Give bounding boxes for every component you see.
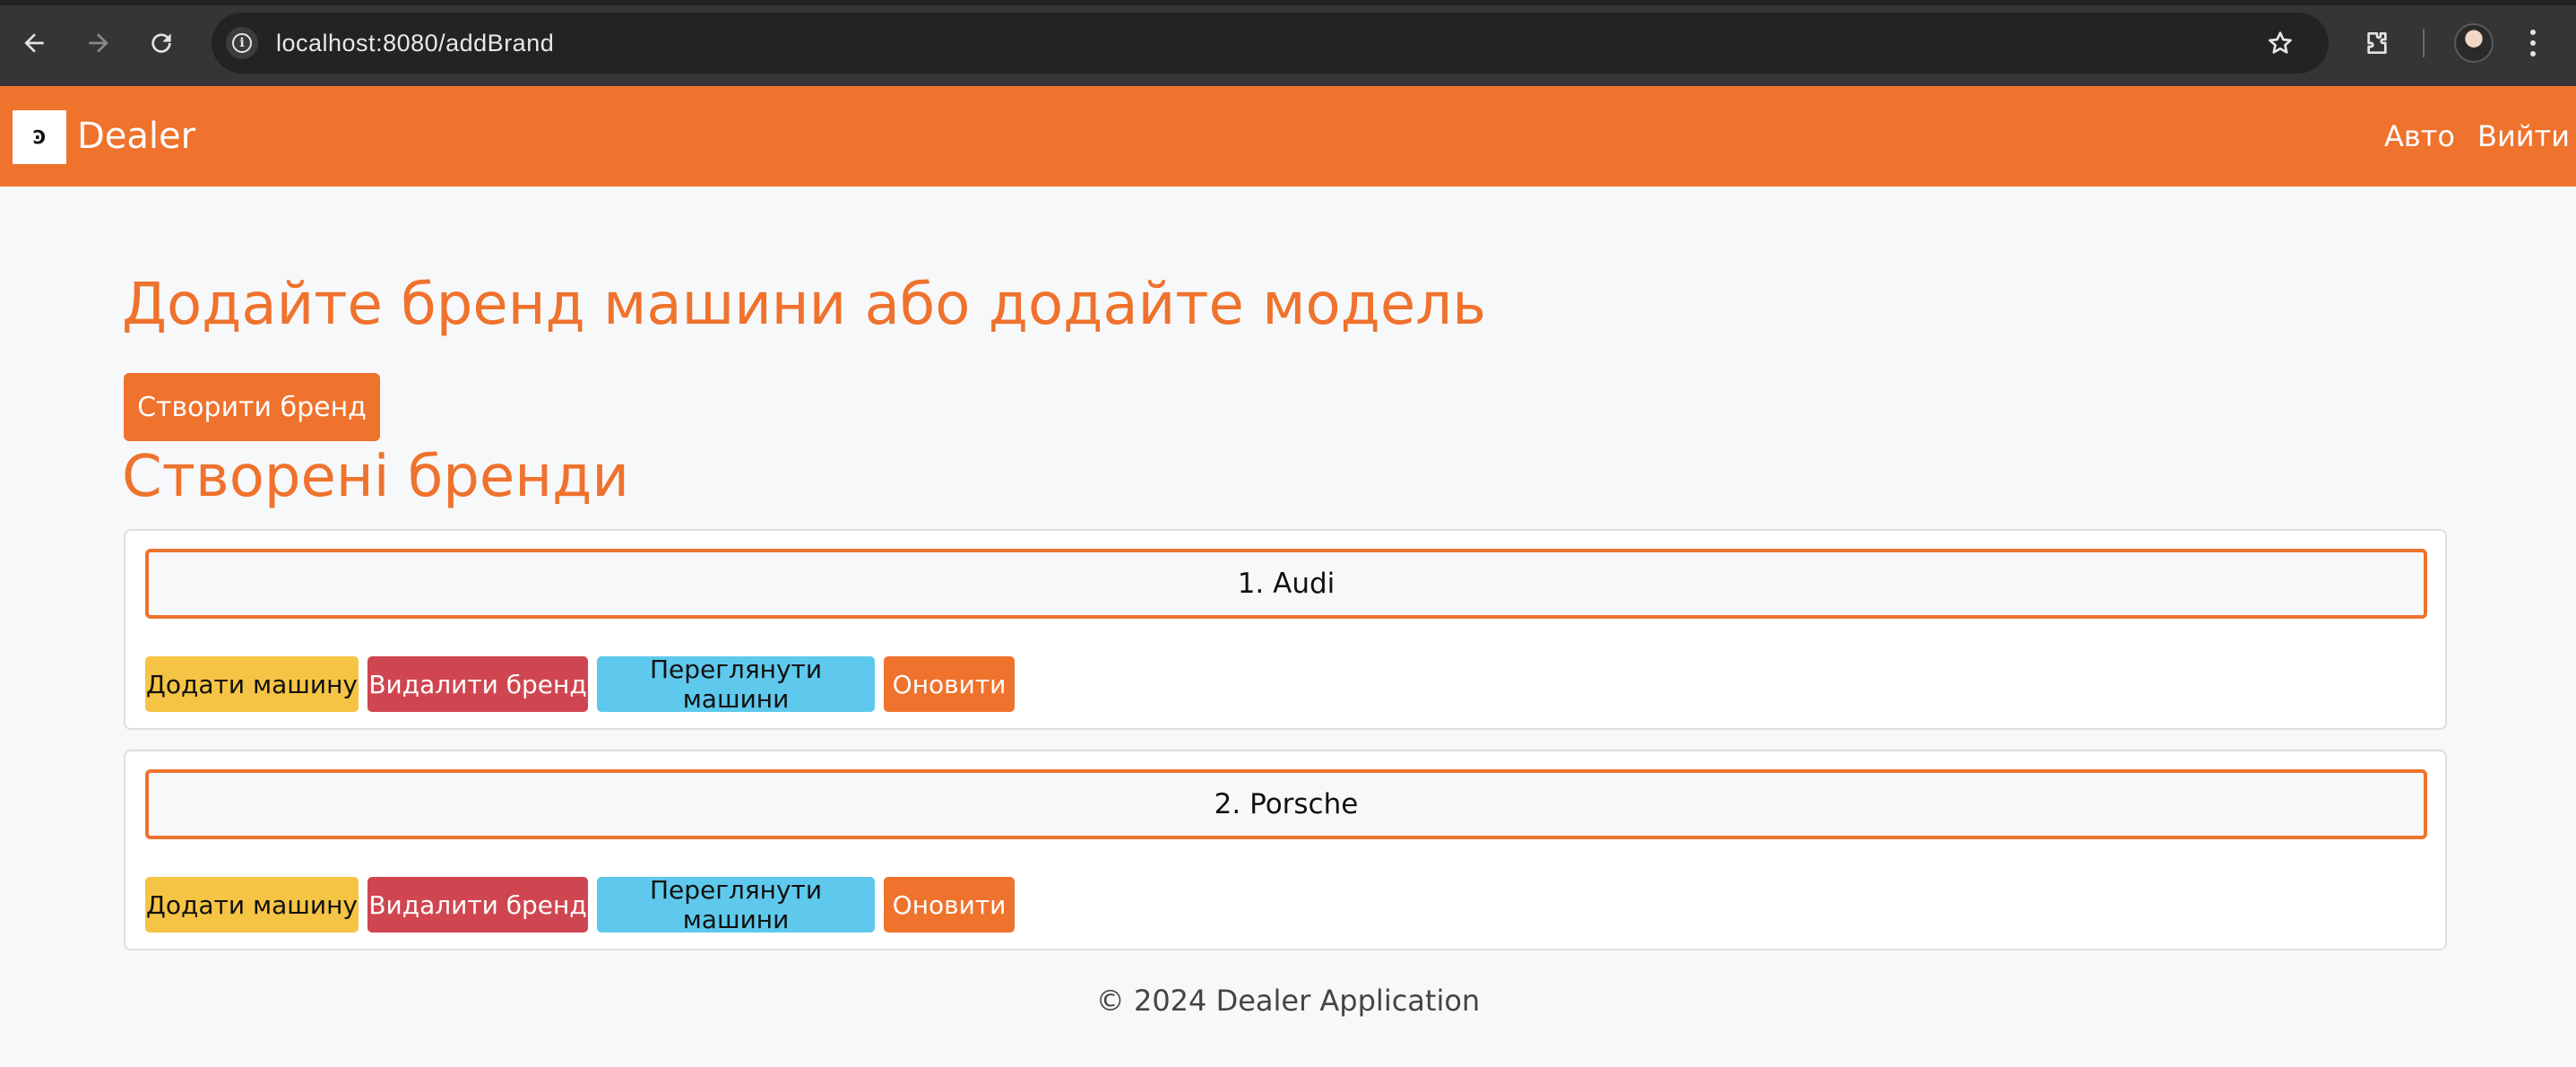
footer-copyright: © 2024 Dealer Application [1095, 984, 1481, 1018]
puzzle-icon[interactable] [2354, 20, 2400, 66]
add-car-button[interactable]: Додати машину [145, 656, 359, 712]
address-bar[interactable]: i localhost:8080/addBrand [212, 13, 2329, 74]
brand-name-field: 2. Porsche [145, 769, 2427, 839]
delete-brand-button[interactable]: Видалити бренд [367, 877, 588, 933]
nav-link-logout[interactable]: Вийти [2477, 86, 2570, 187]
brand-card: 1. Audi Додати машину Видалити бренд Пер… [124, 529, 2447, 730]
create-brand-button[interactable]: Створити бренд [124, 373, 380, 441]
brand-actions: Додати машину Видалити бренд Переглянути… [145, 655, 1015, 714]
arrow-left-icon[interactable] [11, 20, 57, 66]
info-icon[interactable]: i [226, 27, 258, 59]
navbar-brand[interactable]: Dealer [77, 86, 195, 187]
section-title: Створені бренди [122, 444, 629, 510]
view-cars-button[interactable]: Переглянути машини [597, 875, 875, 934]
toolbar-divider [2423, 29, 2425, 57]
brand-card: 2. Porsche Додати машину Видалити бренд … [124, 750, 2447, 950]
brand-name-field: 1. Audi [145, 549, 2427, 619]
dealer-logo-icon[interactable]: Ͽ [13, 110, 66, 164]
delete-brand-button[interactable]: Видалити бренд [367, 656, 588, 712]
profile-avatar[interactable] [2454, 23, 2494, 63]
view-cars-button[interactable]: Переглянути машини [597, 655, 875, 714]
update-brand-button[interactable]: Оновити [884, 877, 1015, 933]
update-brand-button[interactable]: Оновити [884, 656, 1015, 712]
brand-actions: Додати машину Видалити бренд Переглянути… [145, 875, 1015, 934]
nav-link-auto[interactable]: Авто [2384, 86, 2455, 187]
browser-toolbar: i localhost:8080/addBrand [0, 0, 2576, 86]
star-icon[interactable] [2259, 22, 2302, 65]
page-title: Додайте бренд машини або додайте модель [122, 272, 1486, 338]
kebab-menu-icon[interactable] [2515, 20, 2551, 66]
add-car-button[interactable]: Додати машину [145, 877, 359, 933]
arrow-right-icon[interactable] [75, 20, 122, 66]
app-navbar: Ͽ Dealer Авто Вийти [0, 86, 2576, 187]
url-text[interactable]: localhost:8080/addBrand [276, 13, 554, 74]
reload-icon[interactable] [138, 20, 185, 66]
tab-strip-edge [0, 0, 2576, 5]
